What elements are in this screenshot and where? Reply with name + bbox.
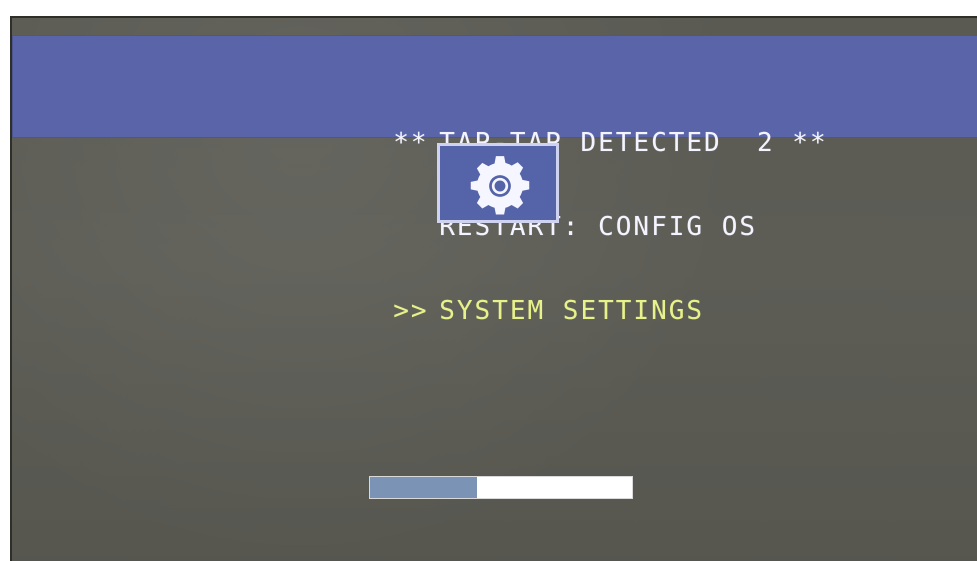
boot-menu-header: ** TAP-TAP DETECTED 2 ** RESTART: CONFIG … bbox=[12, 35, 977, 325]
menu-item-label: SYSTEM SETTINGS bbox=[439, 296, 705, 326]
status-line: ** TAP-TAP DETECTED 2 ** bbox=[252, 101, 825, 157]
status-prefix: ** bbox=[393, 128, 429, 158]
settings-tile[interactable] bbox=[437, 143, 559, 223]
boot-menu-lines: ** TAP-TAP DETECTED 2 ** RESTART: CONFIG … bbox=[252, 45, 825, 325]
boot-progress-bar bbox=[369, 476, 633, 499]
boot-progress-fill bbox=[370, 477, 478, 498]
boot-screen: ** TAP-TAP DETECTED 2 ** RESTART: CONFIG … bbox=[10, 16, 977, 561]
menu-item-system-settings[interactable]: >> SYSTEM SETTINGS bbox=[252, 269, 812, 325]
gear-icon bbox=[470, 156, 530, 215]
menu-item-selector: >> bbox=[393, 296, 429, 326]
